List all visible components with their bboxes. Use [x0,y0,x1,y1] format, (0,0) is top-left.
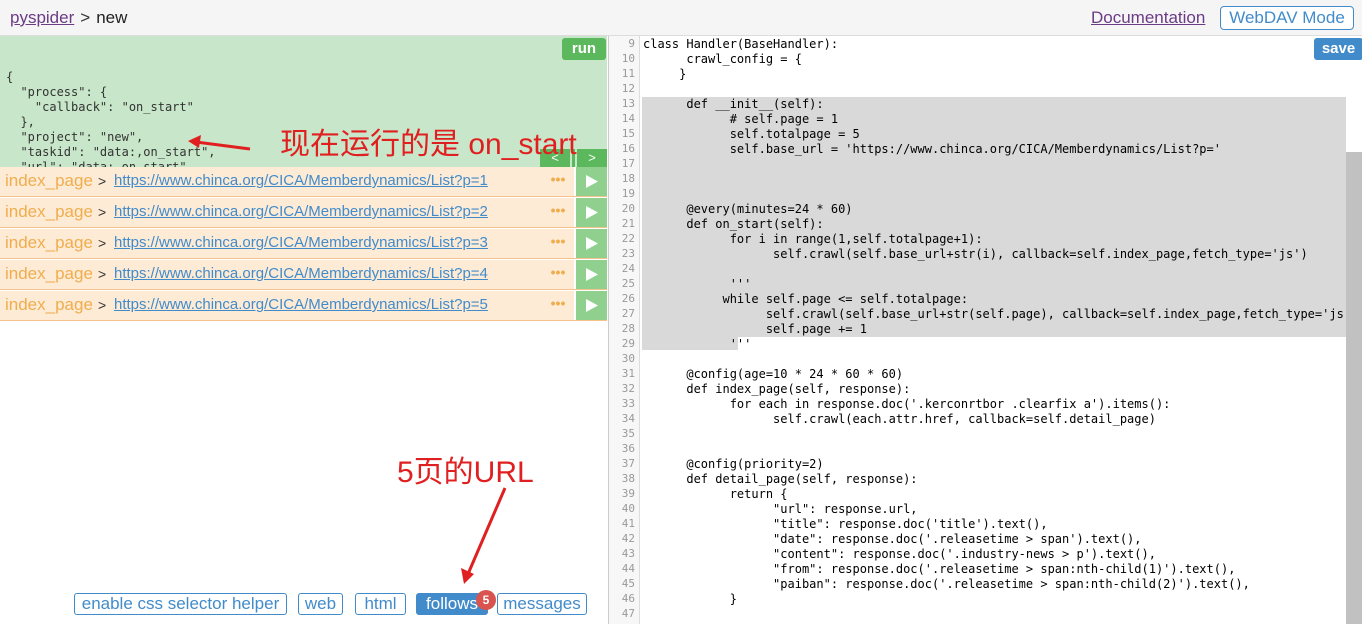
code-line: class Handler(BaseHandler): [643,37,839,51]
line-number: 46 [621,592,635,605]
line-number: 37 [621,457,635,470]
line-number: 24 [621,262,635,275]
line-number: 47 [621,607,635,620]
line-number: 42 [621,532,635,545]
line-number: 13 [621,97,635,110]
tab-messages[interactable]: messages [497,593,587,615]
code-line: @every(minutes=24 * 60) [643,202,853,216]
code-line: "url": response.url, [643,502,918,516]
code-line: self.crawl(self.base_url+str(self.page),… [643,307,1359,321]
code-line: crawl_config = { [643,52,802,66]
line-number: 29 [621,337,635,350]
code-line: while self.page <= self.totalpage: [643,292,969,306]
code-line: "title": response.doc('title').text(), [643,517,1048,531]
code-line: self.totalpage = 5 [643,127,860,141]
annotation-five-pages: 5页的URL [397,456,534,489]
line-number: 30 [621,352,635,365]
line-number: 36 [621,442,635,455]
code-line: self.crawl(self.base_url+str(i), callbac… [643,247,1308,261]
line-number: 31 [621,367,635,380]
line-number: 12 [621,82,635,95]
line-number: 34 [621,412,635,425]
line-number: 32 [621,382,635,395]
line-number: 43 [621,547,635,560]
line-number: 21 [621,217,635,230]
line-number: 20 [621,202,635,215]
code-line: @config(age=10 * 24 * 60 * 60) [643,367,904,381]
code-line: } [643,592,737,606]
line-number-gutter: 9 10 11 12 13 14 15 16 17 18 19 20 21 22 23 24 25 26 27 28 2… [609,36,640,624]
line-number: 18 [621,172,635,185]
line-number: 39 [621,487,635,500]
line-number: 44 [621,562,635,575]
line-number: 45 [621,577,635,590]
tab-web[interactable]: web [298,593,343,615]
code-line: for i in range(1,self.totalpage+1): [643,232,983,246]
line-number: 27 [621,307,635,320]
line-number: 23 [621,247,635,260]
line-number: 9 [628,37,635,50]
editor-scrollbar[interactable] [1346,152,1362,624]
code-line: self.base_url = 'https://www.chinca.org/… [643,142,1221,156]
code-line: def detail_page(self, response): [643,472,918,486]
line-number: 33 [621,397,635,410]
line-number: 11 [621,67,635,80]
code-line: self.crawl(each.attr.href, callback=self… [643,412,1156,426]
code-line: def on_start(self): [643,217,824,231]
code-line: "paiban": response.doc('.releasetime > s… [643,577,1250,591]
code-line: @config(priority=2) [643,457,824,471]
follows-count-badge: 5 [476,590,496,610]
line-number: 16 [621,142,635,155]
code-line: "content": response.doc('.industry-news … [643,547,1156,561]
arrow-to-url-field [188,135,251,151]
line-number: 35 [621,427,635,440]
code-line: ''' [643,337,752,351]
line-number: 28 [621,322,635,335]
code-line: # self.page = 1 [643,112,839,126]
code-line: ''' [643,277,752,291]
line-number: 19 [621,187,635,200]
line-number: 17 [621,157,635,170]
line-number: 15 [621,127,635,140]
annotation-running: 现在运行的是 on_start [280,128,577,161]
tab-css-selector-helper[interactable]: enable css selector helper [74,593,287,615]
line-number: 40 [621,502,635,515]
code-line: def index_page(self, response): [643,382,911,396]
line-number: 25 [621,277,635,290]
code-line: for each in response.doc('.kerconrtbor .… [643,397,1171,411]
save-button[interactable]: save [1314,38,1362,60]
code-editor[interactable]: 9 10 11 12 13 14 15 16 17 18 19 20 21 22 23 24 25 26 27 28 2… [608,36,1362,624]
code-line: "from": response.doc('.releasetime > spa… [643,562,1236,576]
arrow-to-follows-tab [461,487,507,584]
code-line: self.page += 1 [643,322,867,336]
code-line: } [643,67,687,81]
tab-html[interactable]: html [355,593,406,615]
code-line: return { [643,487,788,501]
line-number: 22 [621,232,635,245]
code-line: def __init__(self): [643,97,824,111]
line-number: 38 [621,472,635,485]
line-number: 10 [621,52,635,65]
line-number: 26 [621,292,635,305]
line-number: 14 [621,112,635,125]
code-line: "date": response.doc('.releasetime > spa… [643,532,1142,546]
line-number: 41 [621,517,635,530]
